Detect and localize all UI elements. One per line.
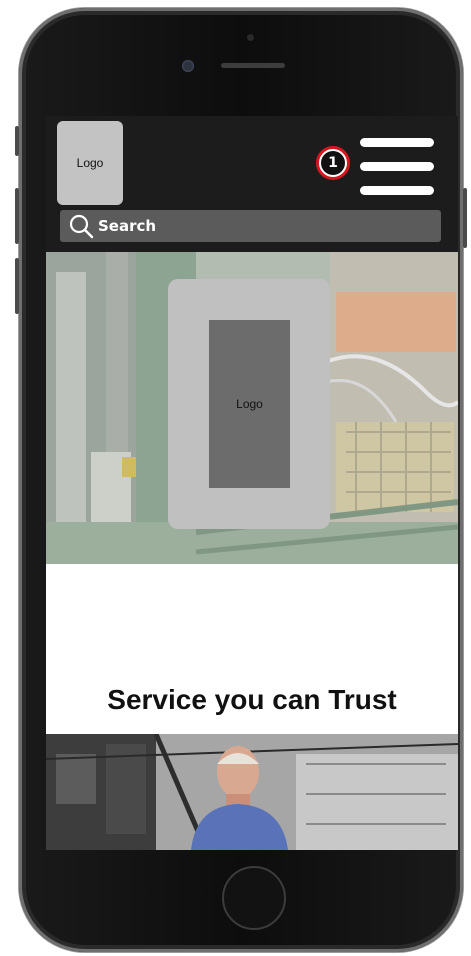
search-label: Search bbox=[98, 217, 157, 235]
volume-up-button bbox=[15, 188, 19, 244]
header-logo[interactable]: Logo bbox=[57, 121, 123, 205]
app-screen: Logo 1 Search Logo Service you can Trust bbox=[46, 116, 458, 850]
worker-photo bbox=[46, 734, 458, 850]
notification-badge[interactable]: 1 bbox=[316, 146, 350, 180]
hero-logo-frame: Logo bbox=[168, 279, 330, 529]
menu-line bbox=[360, 162, 434, 171]
menu-line bbox=[360, 138, 434, 147]
hero-logo-label: Logo bbox=[236, 397, 263, 411]
proximity-sensor bbox=[247, 34, 254, 41]
hero-image: Logo bbox=[46, 252, 458, 564]
earpiece-speaker bbox=[221, 63, 285, 68]
silent-switch bbox=[15, 126, 19, 156]
worker-photo-illustration bbox=[46, 734, 458, 850]
notification-count: 1 bbox=[321, 151, 345, 175]
power-button bbox=[463, 188, 467, 248]
front-camera bbox=[182, 60, 194, 72]
menu-line bbox=[360, 186, 434, 195]
home-button[interactable] bbox=[222, 866, 286, 930]
search-icon bbox=[69, 214, 94, 239]
tagline-section: Service you can Trust bbox=[46, 564, 458, 734]
search-bar[interactable]: Search bbox=[60, 210, 441, 242]
hero-logo[interactable]: Logo bbox=[209, 320, 290, 488]
header-logo-label: Logo bbox=[76, 156, 104, 170]
hamburger-menu-icon[interactable] bbox=[360, 136, 434, 196]
tagline-heading: Service you can Trust bbox=[107, 684, 397, 715]
volume-down-button bbox=[15, 258, 19, 314]
